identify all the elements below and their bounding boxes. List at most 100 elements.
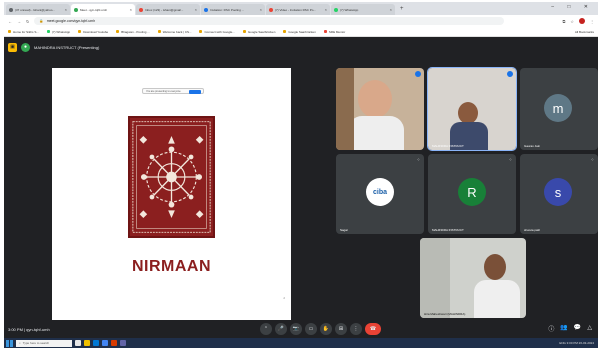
browser-tab[interactable]: (7) WhatsApp ×: [331, 4, 395, 15]
meeting-time-code: 3:00 PM | qyn-tqhf-umh: [8, 326, 50, 332]
windows-start-icon[interactable]: [6, 339, 13, 347]
presenter-name: MAHINDRA INSTRUCT (Presenting): [34, 44, 100, 50]
bookmark[interactable]: Connect with Google...: [199, 30, 235, 34]
window-controls[interactable]: – □ ✕: [551, 4, 594, 10]
close-icon[interactable]: ×: [260, 7, 262, 12]
calendar-icon: [204, 7, 208, 12]
edge-icon[interactable]: [93, 340, 99, 346]
bookmark[interactable]: Google Saarbrücken: [283, 30, 316, 34]
profile-avatar[interactable]: [579, 18, 585, 24]
forward-icon[interactable]: →: [17, 19, 21, 24]
yahoo-icon: [9, 7, 13, 12]
participant-tile[interactable]: Hira Maheshwari (MAHINDRA): [420, 238, 526, 318]
new-tab-button[interactable]: +: [400, 6, 404, 12]
office-icon[interactable]: [111, 340, 117, 346]
bookmark-icon: [199, 30, 203, 33]
participant-tile[interactable]: ciba ⁘ Sagar: [336, 154, 424, 234]
meet-top-bar: ▣ ● MAHINDRA INSTRUCT (Presenting): [4, 38, 598, 56]
browser-tab[interactable]: (7) Video - Invitation RSC Po... ×: [266, 4, 330, 15]
all-bookmarks[interactable]: All Bookmarks: [575, 30, 594, 34]
screen: (37 unread) - Ishani@yahoo... × Meet - qy…: [4, 2, 598, 348]
participant-face: [458, 102, 478, 124]
toolbar-right: ⧉ ☆ ⋮: [563, 18, 594, 24]
background-wall: [336, 68, 354, 150]
participant-tile[interactable]: [336, 68, 424, 150]
bookmark[interactable]: Download Youtube: [78, 30, 108, 34]
call-controls: ⌃ 🎤 📷 ▭ ✋ ⊞ ⋮ ☎: [260, 323, 381, 335]
bookmark[interactable]: Home for Sikhs S...: [8, 30, 39, 34]
bookmark-icon: [323, 30, 327, 33]
reload-icon[interactable]: ↻: [26, 19, 29, 24]
background-wall: [420, 238, 450, 318]
info-icon[interactable]: ⓘ: [548, 324, 554, 333]
phone-hangup-icon[interactable]: ☎: [365, 323, 381, 335]
url-field[interactable]: 🔒 meet.google.com/qyn-tqhf-umh: [34, 17, 505, 25]
star-icon[interactable]: ☆: [570, 19, 574, 24]
bookmark-icon: [283, 30, 287, 33]
teams-icon[interactable]: [120, 340, 126, 346]
slide-title: NIRMAAN: [131, 258, 212, 275]
close-icon[interactable]: ×: [325, 7, 327, 12]
participant-tile[interactable]: s ⁘ shweta patil: [520, 154, 598, 234]
chrome-icon[interactable]: [102, 340, 108, 346]
participant-body: [474, 280, 520, 318]
whatsapp-icon: [334, 7, 338, 12]
close-icon[interactable]: ×: [390, 7, 392, 12]
more-audio-button[interactable]: ⌃: [260, 323, 272, 335]
meet-bottom-bar: 3:00 PM | qyn-tqhf-umh ⌃ 🎤 📷 ▭ ✋ ⊞ ⋮ ☎ ⓘ…: [4, 320, 598, 338]
mic-off-icon: ⁘: [508, 157, 512, 162]
raise-hand-button[interactable]: ✋: [320, 323, 332, 335]
bookmark-icon: [242, 30, 246, 33]
stop-presenting-button[interactable]: [189, 89, 201, 94]
browser-tab[interactable]: (37 unread) - Ishani@yahoo... ×: [6, 4, 70, 15]
presenting-bar[interactable]: You are presenting to everyone: [142, 88, 204, 94]
speaking-indicator-icon: [415, 71, 421, 77]
bookmark[interactable]: Bhagwan - Pooling ...: [116, 30, 150, 34]
browser-tabbar: (37 unread) - Ishani@yahoo... × Meet - qy…: [4, 2, 598, 15]
chat-icon[interactable]: 💬: [574, 324, 581, 333]
bookmark-icon: [78, 30, 82, 33]
extensions-icon[interactable]: ⧉: [563, 19, 566, 24]
taskbar-search-input[interactable]: ⌕ Type here to search: [16, 339, 72, 347]
participant-face: [358, 80, 392, 118]
bookmark[interactable]: Welcome back | CS...: [157, 30, 191, 34]
task-view-icon[interactable]: [75, 340, 81, 346]
windows-taskbar: ⌕ Type here to search ENG 3:00 PM 26-03-2…: [4, 338, 598, 348]
bookmarks-bar: Home for Sikhs S... (7) WhatsApp Downloa…: [4, 27, 598, 37]
bookmark[interactable]: Google Saarbrücken: [242, 30, 275, 34]
participant-face: [484, 254, 506, 280]
system-tray[interactable]: ENG 3:00 PM 26-03-2024: [559, 341, 598, 345]
video-icon: [269, 7, 273, 12]
presentation-stage[interactable]: You are presenting to everyone NIRMAAN 2: [52, 68, 291, 320]
menu-icon[interactable]: ⋮: [590, 19, 594, 24]
participant-avatar: R: [458, 178, 486, 206]
bookmark-icon: [46, 30, 50, 33]
bookmark-icon: [116, 30, 120, 33]
rug-pattern-image: [128, 116, 215, 238]
participant-tile[interactable]: R ⁘ MAHINDRA INSTRUCT: [428, 154, 516, 234]
participant-avatar: m: [544, 94, 572, 122]
address-bar-row: ← → ↻ 🔒 meet.google.com/qyn-tqhf-umh ⧉ ☆ …: [4, 15, 598, 27]
activities-icon[interactable]: △: [587, 324, 592, 333]
bookmark-icon: [157, 30, 161, 33]
bookmark[interactable]: SRE Mentor: [323, 30, 345, 34]
participant-tile[interactable]: m Gaurav Jain: [520, 68, 598, 150]
captions-button[interactable]: ▭: [305, 323, 317, 335]
close-icon[interactable]: ×: [130, 7, 132, 12]
present-button[interactable]: ⊞: [335, 323, 347, 335]
more-options-button[interactable]: ⋮: [350, 323, 362, 335]
participant-avatar: s: [544, 178, 572, 206]
speaking-indicator-icon: [507, 71, 513, 77]
close-icon[interactable]: ×: [65, 7, 67, 12]
browser-tab[interactable]: Invitation: RSC Pooling ... ×: [201, 4, 265, 15]
bookmark[interactable]: (7) WhatsApp: [46, 30, 70, 34]
close-icon[interactable]: ×: [195, 7, 197, 12]
browser-tab-active[interactable]: Meet - qyn-tqhf-umh ×: [71, 4, 135, 15]
camera-button[interactable]: 📷: [290, 323, 302, 335]
people-icon[interactable]: 👥: [560, 324, 567, 333]
file-explorer-icon[interactable]: [84, 340, 90, 346]
back-icon[interactable]: ←: [8, 19, 12, 24]
participant-tile[interactable]: MAHINDRA INSTRUCT: [427, 67, 517, 151]
mic-button[interactable]: 🎤: [275, 323, 287, 335]
browser-tab[interactable]: Inbox (123) - ishani@gmail... ×: [136, 4, 200, 15]
